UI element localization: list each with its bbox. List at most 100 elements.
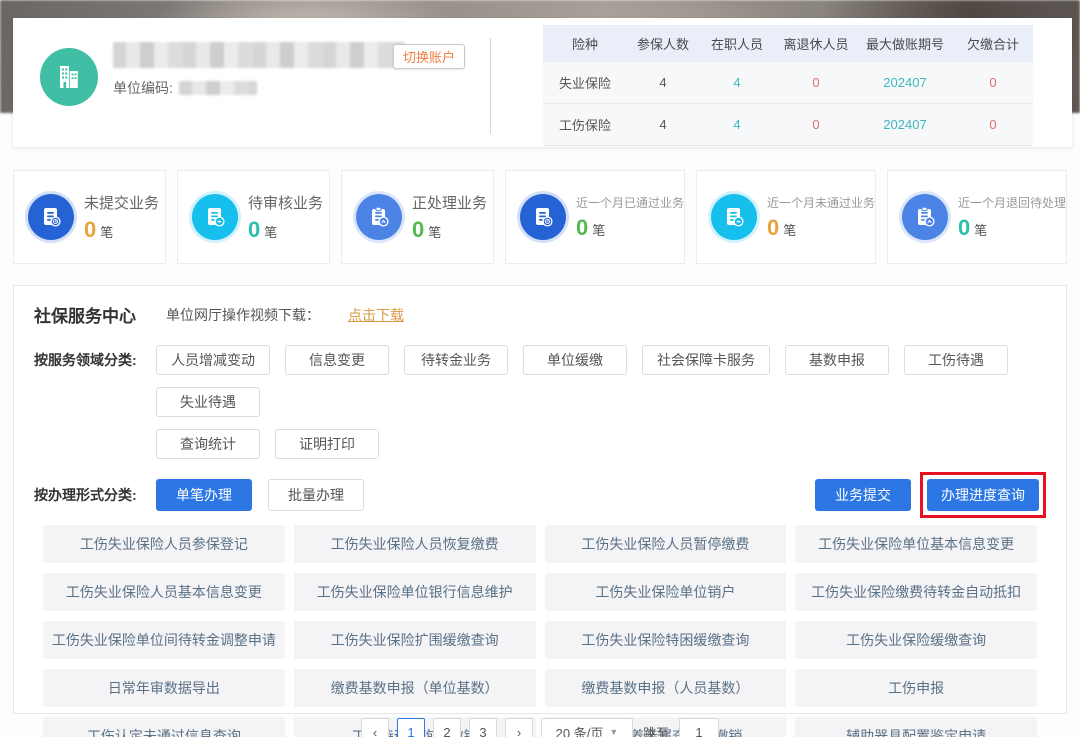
- field-category-button[interactable]: 失业待遇: [156, 387, 260, 417]
- stat-card[interactable]: 近一个月已通过业务 0笔: [505, 170, 685, 264]
- business-button[interactable]: 工伤失业保险单位销户: [545, 573, 787, 611]
- doc-minus-icon: [192, 194, 238, 240]
- insurance-cell-type: 工伤保险: [543, 115, 627, 134]
- business-button[interactable]: 工伤失业保险人员暂停缴费: [545, 525, 787, 563]
- action-buttons-zone: 业务提交办理进度查询: [799, 479, 1046, 511]
- business-button[interactable]: 缴费基数申报（单位基数）: [294, 669, 536, 707]
- stat-unit: 笔: [428, 225, 441, 240]
- prev-page-button[interactable]: ‹: [361, 718, 389, 737]
- doc-clock-icon: [28, 194, 74, 240]
- stat-card[interactable]: 近一个月未通过业务 0笔: [696, 170, 876, 264]
- insurance-header-cell: 在职人员: [699, 34, 775, 53]
- business-button[interactable]: 工伤失业保险单位间待转金调整申请: [43, 621, 285, 659]
- stat-card[interactable]: 近一个月退回待处理0笔: [887, 170, 1067, 264]
- form-type-buttons: 单笔办理批量办理: [156, 479, 380, 511]
- stat-label: 待审核业务: [248, 192, 323, 213]
- stat-unit: 笔: [592, 223, 605, 238]
- business-button[interactable]: 工伤失业保险缓缴查询: [795, 621, 1037, 659]
- page-button[interactable]: 3: [469, 718, 497, 737]
- insurance-cell-insured: 4: [627, 75, 699, 90]
- business-button[interactable]: 工伤失业保险扩围缓缴查询: [294, 621, 536, 659]
- stat-label: 未提交业务: [84, 192, 159, 213]
- stat-value: 0笔: [248, 217, 323, 243]
- business-buttons-grid: 工伤失业保险人员参保登记工伤失业保险人员恢复缴费工伤失业保险人员暂停缴费工伤失业…: [34, 525, 1046, 737]
- stat-value: 0笔: [767, 215, 875, 241]
- business-button[interactable]: 工伤失业保险单位银行信息维护: [294, 573, 536, 611]
- stat-value: 0笔: [576, 215, 684, 241]
- field-category-button[interactable]: 查询统计: [156, 429, 260, 459]
- form-type-button[interactable]: 批量办理: [268, 479, 364, 511]
- insurance-table-header: 险种参保人数在职人员离退休人员最大做账期号欠缴合计: [543, 25, 1033, 62]
- insurance-table-row: 工伤保险4402024070: [543, 104, 1033, 146]
- insurance-table-row: 失业保险4402024070: [543, 62, 1033, 104]
- insurance-cell-retired: 0: [775, 75, 857, 90]
- insurance-header-cell: 最大做账期号: [857, 34, 953, 53]
- pagination: ‹123›20 条/页▼跳至1: [361, 718, 719, 737]
- insurance-cell-active: 4: [699, 75, 775, 90]
- stat-value: 0笔: [412, 217, 487, 243]
- unit-code-label: 单位编码:: [113, 78, 173, 98]
- jump-input[interactable]: 1: [679, 718, 719, 737]
- field-category-button[interactable]: 单位缓缴: [523, 345, 627, 375]
- business-button[interactable]: 工伤申报: [795, 669, 1037, 707]
- business-button[interactable]: 缴费基数申报（人员基数）: [545, 669, 787, 707]
- service-center-panel: 社保服务中心 单位网厅操作视频下载： 点击下载 按服务领域分类: 人员增减变动信…: [13, 285, 1067, 714]
- business-button[interactable]: 工伤失业保险特困缓缴查询: [545, 621, 787, 659]
- field-category-button[interactable]: 证明打印: [275, 429, 379, 459]
- jump-label: 跳至: [643, 723, 669, 737]
- stat-card[interactable]: 未提交业务 0笔: [13, 170, 166, 264]
- company-name-redacted: [113, 42, 405, 68]
- insurance-header-cell: 险种: [543, 34, 627, 53]
- progress-query-button[interactable]: 办理进度查询: [927, 479, 1039, 511]
- business-button[interactable]: 工伤失业保险人员恢复缴费: [294, 525, 536, 563]
- field-category-button[interactable]: 信息变更: [285, 345, 389, 375]
- insurance-summary-table: 险种参保人数在职人员离退休人员最大做账期号欠缴合计 失业保险4402024070…: [543, 25, 1033, 146]
- panel-title: 社保服务中心: [34, 302, 136, 327]
- insurance-cell-retired: 0: [775, 117, 857, 132]
- insurance-header-cell: 欠缴合计: [953, 34, 1033, 53]
- field-buttons-row1: 人员增减变动信息变更待转金业务单位缓缴社会保障卡服务基数申报工伤待遇失业待遇: [156, 345, 1046, 429]
- doc-clock-icon: [520, 194, 566, 240]
- page-size-select[interactable]: 20 条/页▼: [541, 718, 633, 737]
- divider: [490, 38, 491, 134]
- doc-minus-icon: [711, 194, 757, 240]
- stat-label: 正处理业务: [412, 192, 487, 213]
- page-button[interactable]: 2: [433, 718, 461, 737]
- stat-value: 0笔: [84, 217, 159, 243]
- business-button[interactable]: 日常年审数据导出: [43, 669, 285, 707]
- business-button[interactable]: 工伤失业保险人员基本信息变更: [43, 573, 285, 611]
- stat-unit: 笔: [100, 225, 113, 240]
- switch-account-button[interactable]: 切换账户: [393, 44, 465, 69]
- insurance-cell-arrears: 0: [953, 117, 1033, 132]
- business-button[interactable]: 工伤失业保险单位基本信息变更: [795, 525, 1037, 563]
- next-page-button[interactable]: ›: [505, 718, 533, 737]
- business-button[interactable]: 工伤认定未通过信息查询: [43, 717, 285, 737]
- insurance-cell-insured: 4: [627, 117, 699, 132]
- stat-label: 近一个月退回待处理: [958, 194, 1066, 211]
- field-category-button[interactable]: 基数申报: [785, 345, 889, 375]
- stat-card[interactable]: 待审核业务 0笔: [177, 170, 330, 264]
- form-type-label: 按办理形式分类:: [34, 479, 156, 511]
- clipboard-arrow-icon: [902, 194, 948, 240]
- stat-cards-row: 未提交业务 0笔 待审核业务 0笔 正处理业务 0笔 近一个月已通过业务 0笔 近一个月…: [13, 170, 1067, 264]
- company-building-icon: [40, 48, 98, 106]
- download-link[interactable]: 点击下载: [348, 305, 404, 325]
- business-button[interactable]: 工伤失业保险人员参保登记: [43, 525, 285, 563]
- insurance-cell-type: 失业保险: [543, 73, 627, 92]
- stat-label: 近一个月未通过业务: [767, 194, 875, 211]
- page-button[interactable]: 1: [397, 718, 425, 737]
- form-type-button[interactable]: 单笔办理: [156, 479, 252, 511]
- field-category-button[interactable]: 工伤待遇: [904, 345, 1008, 375]
- account-card: 切换账户 单位编码: 险种参保人数在职人员离退休人员最大做账期号欠缴合计 失业保…: [13, 18, 1072, 147]
- insurance-header-cell: 参保人数: [627, 34, 699, 53]
- field-category-button[interactable]: 人员增减变动: [156, 345, 270, 375]
- business-button[interactable]: 辅助器具配置鉴定申请: [795, 717, 1037, 737]
- stat-unit: 笔: [974, 223, 987, 238]
- business-button[interactable]: 工伤失业保险缴费待转金自动抵扣: [795, 573, 1037, 611]
- field-category-button[interactable]: 待转金业务: [404, 345, 508, 375]
- field-category-button[interactable]: 社会保障卡服务: [642, 345, 770, 375]
- clipboard-arrow-icon: [356, 194, 402, 240]
- submit-business-button[interactable]: 业务提交: [815, 479, 911, 511]
- stat-label: 近一个月已通过业务: [576, 194, 684, 211]
- stat-card[interactable]: 正处理业务 0笔: [341, 170, 494, 264]
